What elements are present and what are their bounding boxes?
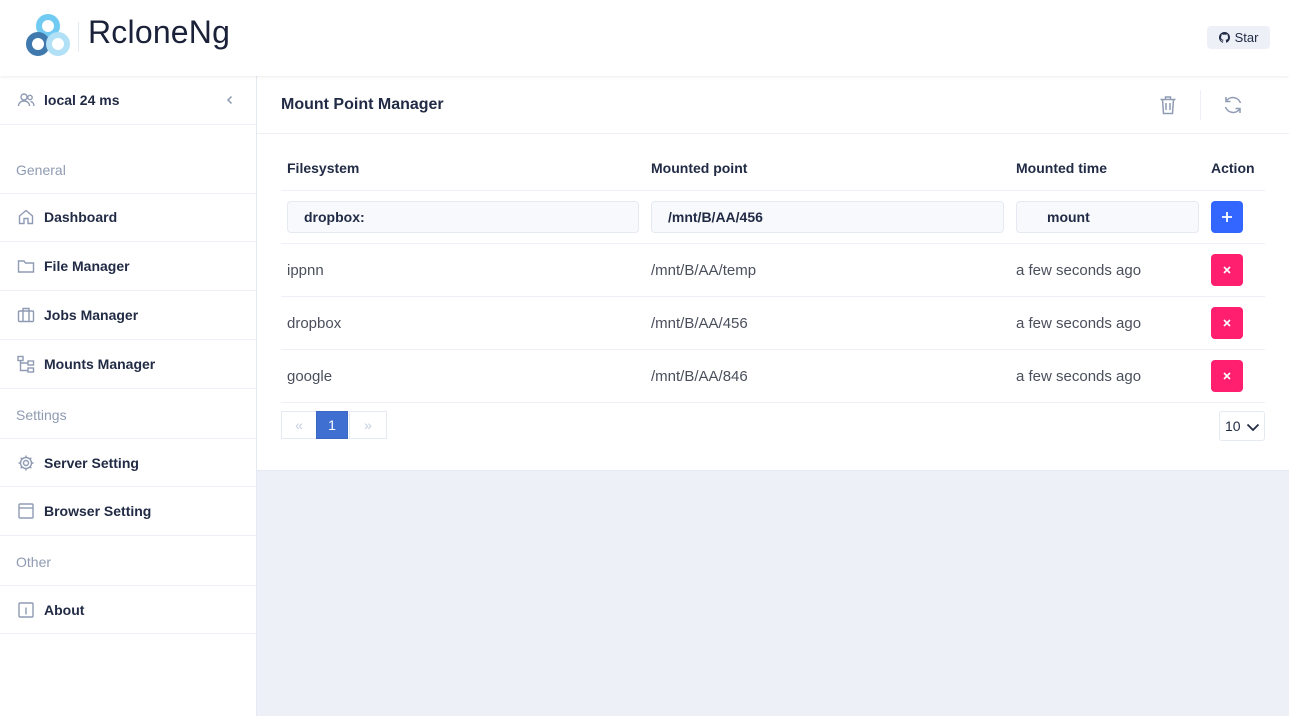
sidebar-item-about[interactable]: About [0,585,256,634]
close-icon [1223,266,1231,274]
col-header-filesystem: Filesystem [287,160,360,176]
row-divider [281,190,1265,191]
logo-divider [78,22,79,52]
sidebar-item-label: Browser Setting [44,503,152,519]
sidebar-item-browser-setting[interactable]: Browser Setting [0,487,256,536]
people-icon [17,91,35,109]
sidebar: local 24 ms General Dashboard File Manag… [0,76,257,716]
cell-filesystem: dropbox [287,315,342,332]
refresh-icon[interactable] [1222,94,1244,116]
server-label: local 24 ms [44,92,120,108]
sidebar-item-label: File Manager [44,258,130,274]
github-icon [1218,32,1230,43]
close-icon [1223,372,1231,380]
sidebar-item-file-manager[interactable]: File Manager [0,242,256,291]
pagination-next[interactable]: » [349,411,387,439]
cell-mounted-point: /mnt/B/AA/846 [651,368,748,385]
cell-mounted-time: a few seconds ago [1016,262,1142,279]
header-divider [1200,90,1201,120]
github-star-button[interactable]: Star [1207,26,1270,49]
cell-filesystem: google [287,368,333,385]
star-label: Star [1234,30,1259,45]
mount-option-input[interactable] [1016,201,1199,233]
card-header: Mount Point Manager [257,76,1289,134]
cell-mounted-time: a few seconds ago [1016,368,1142,385]
sidebar-item-label: Dashboard [44,209,118,225]
cell-filesystem: ippnn [287,262,324,279]
filesystem-input[interactable] [287,201,639,233]
browser-icon [17,502,35,520]
briefcase-icon [17,306,35,324]
unmount-button[interactable] [1211,254,1243,286]
pagination-page[interactable]: 1 [316,411,348,439]
info-icon [17,601,35,619]
sidebar-item-jobs-manager[interactable]: Jobs Manager [0,291,256,340]
top-header: RcloneNg Star [0,0,1289,76]
tree-icon [17,355,35,373]
home-icon [17,208,35,226]
sidebar-item-label: Jobs Manager [44,307,139,323]
sidebar-item-dashboard[interactable]: Dashboard [0,193,256,242]
rclone-logo[interactable] [26,14,74,58]
plus-icon [1222,212,1232,222]
sidebar-item-label: Server Setting [44,454,139,471]
add-mount-button[interactable] [1211,201,1243,233]
row-divider [281,243,1265,244]
sidebar-item-label: About [44,601,85,618]
app-title[interactable]: RcloneNg [88,14,230,51]
cell-mounted-time: a few seconds ago [1016,315,1142,332]
pagination-prev[interactable]: « [281,411,317,439]
sidebar-item-mounts-manager[interactable]: Mounts Manager [0,340,256,389]
chevron-left-icon[interactable] [224,94,236,106]
group-general: General [16,162,66,178]
gear-icon [17,454,35,472]
chevron-down-icon [1246,423,1260,432]
mount-manager-card: Mount Point Manager Filesystem Mounted p… [257,76,1289,471]
trash-icon[interactable] [1157,94,1179,116]
group-settings: Settings [16,407,67,423]
pagination: « 1 » [281,411,387,439]
col-header-mounted-point: Mounted point [651,160,748,176]
row-divider [281,349,1265,350]
unmount-button[interactable] [1211,360,1243,392]
folder-icon [17,257,35,275]
col-header-mounted-time: Mounted time [1016,160,1107,176]
group-other: Other [16,554,52,570]
server-selector[interactable]: local 24 ms [0,76,256,125]
cell-mounted-point: /mnt/B/AA/temp [651,262,757,279]
page-size-select[interactable]: 10 [1219,411,1265,441]
cell-mounted-point: /mnt/B/AA/456 [651,315,748,332]
close-icon [1223,319,1231,327]
page-title: Mount Point Manager [281,96,444,113]
unmount-button[interactable] [1211,307,1243,339]
page-size-value: 10 [1225,418,1241,434]
row-divider [281,402,1265,403]
row-divider [281,296,1265,297]
sidebar-item-label: Mounts Manager [44,356,156,372]
col-header-action: Action [1211,160,1255,176]
mount-point-input[interactable] [651,201,1004,233]
sidebar-item-server-setting[interactable]: Server Setting [0,438,256,487]
